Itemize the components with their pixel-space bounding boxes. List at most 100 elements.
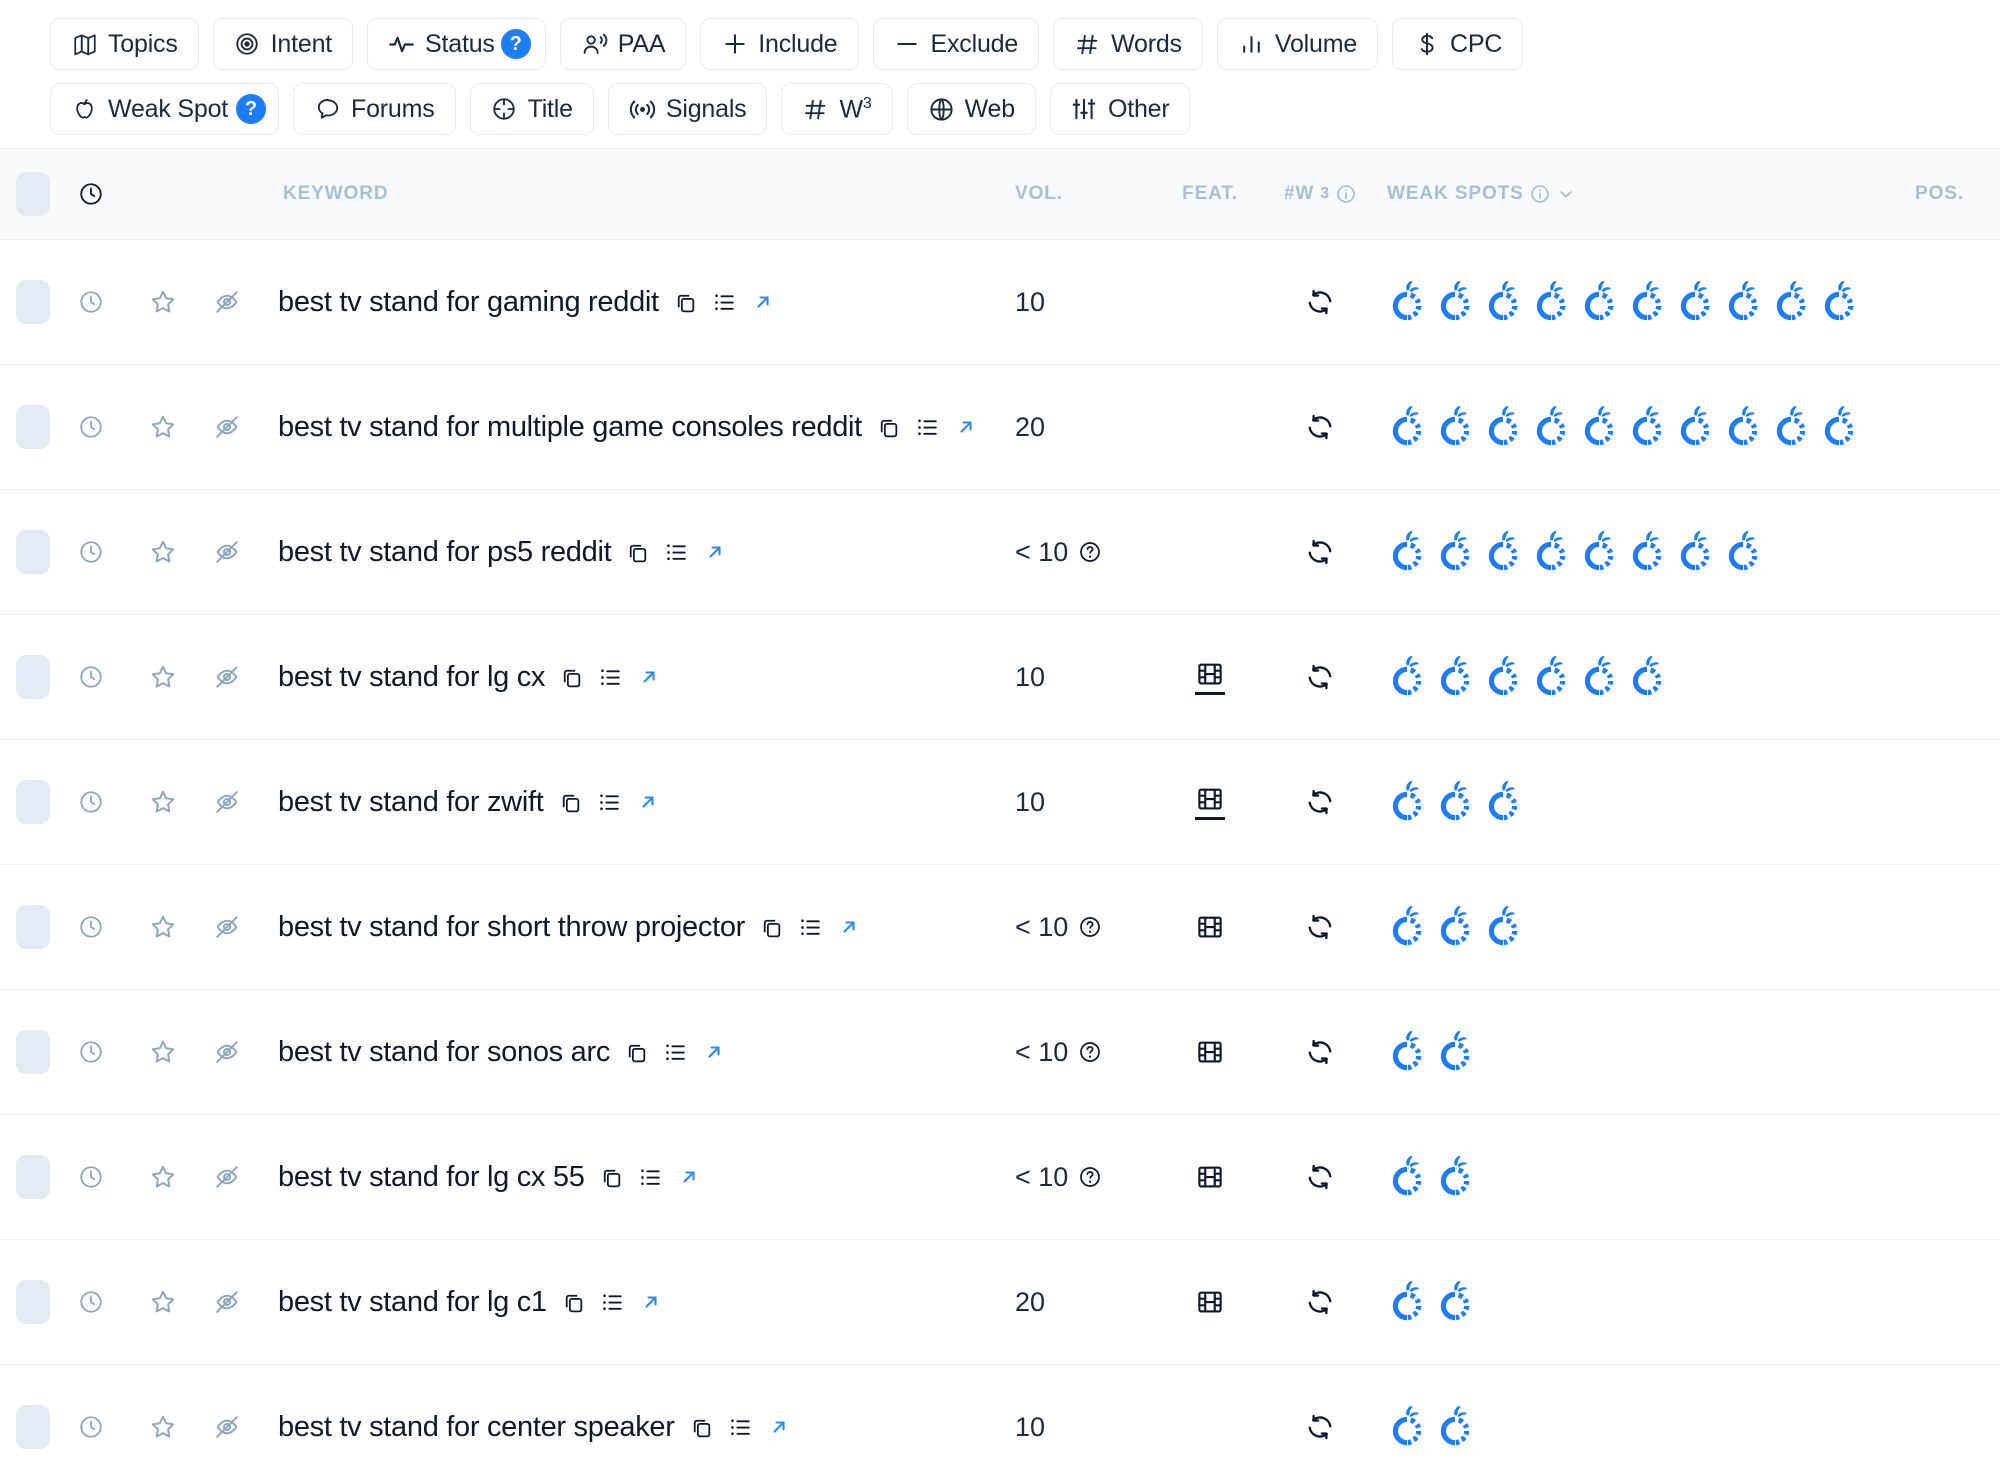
filter-chip-paa[interactable]: PAA [559, 18, 687, 70]
row-w3-cell[interactable] [1265, 1162, 1375, 1192]
row-weak-spots-cell[interactable] [1375, 778, 1915, 826]
row-history-cell[interactable] [50, 789, 132, 815]
row-checkbox[interactable] [16, 1280, 50, 1324]
header-select-all-cell[interactable] [0, 172, 50, 216]
row-favorite-cell[interactable] [132, 1038, 194, 1066]
row-keyword-cell[interactable]: best tv stand for lg cx [260, 661, 1015, 694]
row-favorite-cell[interactable] [132, 1413, 194, 1441]
row-checkbox[interactable] [16, 405, 50, 449]
star-icon[interactable] [149, 413, 177, 441]
row-keyword-cell[interactable]: best tv stand for zwift [260, 786, 1015, 819]
help-circle-icon[interactable] [1078, 915, 1102, 939]
table-row[interactable]: best tv stand for ps5 reddit < 10 [0, 490, 2000, 615]
clock-icon[interactable] [78, 289, 104, 315]
weak-spot-icon[interactable] [1435, 653, 1475, 701]
eye-off-icon[interactable] [213, 913, 241, 941]
filter-chip-exclude[interactable]: Exclude [872, 18, 1040, 70]
row-favorite-cell[interactable] [132, 788, 194, 816]
row-checkbox[interactable] [16, 1405, 50, 1449]
row-hide-cell[interactable] [194, 663, 260, 691]
header-position-cell[interactable]: POS. [1915, 183, 2000, 205]
list-icon[interactable] [600, 1290, 625, 1315]
film-icon[interactable] [1195, 1162, 1225, 1192]
row-select-cell[interactable] [0, 405, 50, 449]
weak-spot-icon[interactable] [1579, 653, 1619, 701]
copy-icon[interactable] [625, 540, 650, 565]
table-row[interactable]: best tv stand for sonos arc < 10 [0, 990, 2000, 1115]
row-w3-cell[interactable] [1265, 1412, 1375, 1442]
weak-spot-icon[interactable] [1579, 278, 1619, 326]
row-favorite-cell[interactable] [132, 538, 194, 566]
row-feature-cell[interactable] [1155, 1162, 1265, 1192]
row-select-cell[interactable] [0, 280, 50, 324]
clock-icon[interactable] [78, 1039, 104, 1065]
weak-spot-icon[interactable] [1627, 278, 1667, 326]
weak-spot-icon[interactable] [1627, 528, 1667, 576]
row-select-cell[interactable] [0, 1280, 50, 1324]
filter-chip-intent[interactable]: Intent [212, 18, 354, 70]
row-hide-cell[interactable] [194, 1288, 260, 1316]
row-w3-cell[interactable] [1265, 537, 1375, 567]
copy-icon[interactable] [559, 665, 584, 690]
row-w3-cell[interactable] [1265, 1037, 1375, 1067]
table-row[interactable]: best tv stand for lg cx 55 < 10 [0, 1115, 2000, 1240]
row-checkbox[interactable] [16, 1155, 50, 1199]
weak-spot-icon[interactable] [1435, 278, 1475, 326]
weak-spot-icon[interactable] [1531, 278, 1571, 326]
list-icon[interactable] [598, 665, 623, 690]
row-history-cell[interactable] [50, 539, 132, 565]
row-hide-cell[interactable] [194, 913, 260, 941]
filter-chip-signals[interactable]: Signals [607, 83, 768, 135]
weak-spot-icon[interactable] [1675, 278, 1715, 326]
row-favorite-cell[interactable] [132, 413, 194, 441]
chevron-down-icon[interactable] [1556, 184, 1576, 204]
star-icon[interactable] [149, 913, 177, 941]
row-history-cell[interactable] [50, 914, 132, 940]
weak-spot-icon[interactable] [1387, 528, 1427, 576]
row-keyword-cell[interactable]: best tv stand for multiple game consoles… [260, 411, 1015, 444]
refresh-icon[interactable] [1305, 662, 1335, 692]
row-hide-cell[interactable] [194, 538, 260, 566]
header-volume-cell[interactable]: VOL. [1015, 183, 1155, 205]
help-badge[interactable]: ? [500, 29, 531, 59]
row-favorite-cell[interactable] [132, 288, 194, 316]
external-link-icon[interactable] [637, 665, 661, 689]
filter-chip-include[interactable]: Include [700, 18, 859, 70]
list-icon[interactable] [664, 540, 689, 565]
weak-spot-icon[interactable] [1531, 528, 1571, 576]
weak-spot-icon[interactable] [1387, 1403, 1427, 1451]
refresh-icon[interactable] [1305, 287, 1335, 317]
list-icon[interactable] [728, 1415, 753, 1440]
row-select-cell[interactable] [0, 1030, 50, 1074]
row-feature-cell[interactable] [1155, 784, 1265, 820]
help-circle-icon[interactable] [1078, 1040, 1102, 1064]
weak-spot-icon[interactable] [1723, 528, 1763, 576]
row-keyword-cell[interactable]: best tv stand for lg c1 [260, 1286, 1015, 1319]
weak-spot-icon[interactable] [1387, 778, 1427, 826]
weak-spot-icon[interactable] [1531, 403, 1571, 451]
weak-spot-icon[interactable] [1435, 1028, 1475, 1076]
row-favorite-cell[interactable] [132, 1288, 194, 1316]
eye-off-icon[interactable] [213, 288, 241, 316]
row-history-cell[interactable] [50, 1164, 132, 1190]
film-icon[interactable] [1195, 784, 1225, 820]
copy-icon[interactable] [599, 1165, 624, 1190]
header-feature-cell[interactable]: FEAT. [1155, 183, 1265, 205]
row-w3-cell[interactable] [1265, 912, 1375, 942]
weak-spot-icon[interactable] [1387, 1028, 1427, 1076]
info-icon[interactable] [1530, 184, 1550, 204]
row-weak-spots-cell[interactable] [1375, 528, 1915, 576]
row-w3-cell[interactable] [1265, 1287, 1375, 1317]
row-weak-spots-cell[interactable] [1375, 653, 1915, 701]
row-checkbox[interactable] [16, 780, 50, 824]
table-row[interactable]: best tv stand for lg c1 20 [0, 1240, 2000, 1365]
row-hide-cell[interactable] [194, 1163, 260, 1191]
row-keyword-cell[interactable]: best tv stand for short throw projector [260, 911, 1015, 944]
row-history-cell[interactable] [50, 1414, 132, 1440]
star-icon[interactable] [149, 663, 177, 691]
refresh-icon[interactable] [1305, 412, 1335, 442]
eye-off-icon[interactable] [213, 1163, 241, 1191]
external-link-icon[interactable] [837, 915, 861, 939]
weak-spot-icon[interactable] [1483, 778, 1523, 826]
copy-icon[interactable] [689, 1415, 714, 1440]
